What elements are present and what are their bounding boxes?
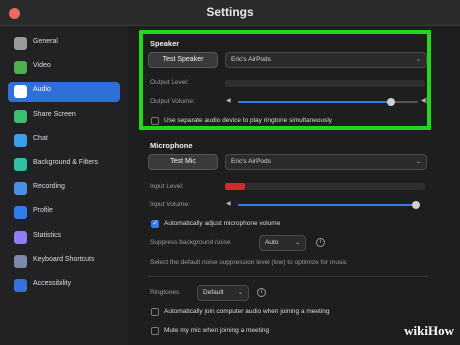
mute-mic-label: Mute my mic when joining a meeting <box>164 327 270 334</box>
input-level-meter <box>225 183 425 190</box>
microphone-device-select[interactable]: Eric's AirPods ⌄ <box>225 154 427 170</box>
sidebar-item-background-filters[interactable]: Background & Filters <box>8 155 120 175</box>
headphones-icon <box>14 85 27 99</box>
sidebar-item-label: Audio <box>33 86 51 94</box>
sidebar-item-label: Statistics <box>33 231 62 239</box>
sidebar-item-recording[interactable]: Recording <box>8 179 120 199</box>
sidebar-item-label: Recording <box>33 183 65 191</box>
chevron-down-icon: ⌄ <box>237 290 243 296</box>
sidebar-item-audio[interactable]: Audio <box>8 82 120 103</box>
gear-icon <box>14 37 27 50</box>
noise-hint: Select the default noise suppression lev… <box>150 259 347 266</box>
settings-sidebar: General Video Audio Share Screen Chat Backgro… <box>0 26 128 345</box>
sidebar-item-label: General <box>33 38 58 45</box>
mute-mic-checkbox[interactable] <box>151 327 159 335</box>
microphone-device-value: Eric's AirPods <box>231 158 271 165</box>
microphone-section-title: Microphone <box>150 141 193 150</box>
window-title: Settings <box>206 5 254 19</box>
sidebar-item-label: Chat <box>33 134 48 142</box>
suppress-noise-label: Suppress background noise <box>150 239 231 246</box>
sidebar-item-profile[interactable]: Profile <box>8 203 120 223</box>
divider <box>148 276 428 277</box>
suppress-noise-select[interactable]: Auto ⌄ <box>259 235 306 251</box>
auto-join-audio-checkbox[interactable] <box>151 308 159 316</box>
ringtones-info-icon[interactable]: i <box>257 288 266 297</box>
input-volume-slider[interactable] <box>238 201 421 209</box>
sidebar-item-video[interactable]: Video <box>8 58 120 78</box>
input-level-label: Input Level: <box>150 183 184 190</box>
auto-adjust-mic-checkbox[interactable] <box>151 219 159 228</box>
auto-adjust-mic-label: Automatically adjust microphone volume <box>164 220 281 227</box>
sidebar-item-statistics[interactable]: Statistics <box>8 228 120 248</box>
ringtones-select[interactable]: Default ⌄ <box>197 285 249 301</box>
sidebar-item-share-screen[interactable]: Share Screen <box>8 107 120 127</box>
input-level-fill <box>225 183 245 190</box>
sidebar-item-keyboard-shortcuts[interactable]: Keyboard Shortcuts <box>8 252 120 272</box>
input-volume-label: Input Volume: <box>150 201 190 208</box>
sidebar-item-chat[interactable]: Chat <box>8 131 120 151</box>
statistics-icon <box>14 230 27 244</box>
sidebar-item-label: Keyboard Shortcuts <box>33 255 95 263</box>
sidebar-item-accessibility[interactable]: Accessibility <box>8 276 120 296</box>
sidebar-item-label: Accessibility <box>33 280 72 287</box>
wikihow-watermark: wikiHow <box>404 323 454 339</box>
chat-icon <box>14 133 27 147</box>
share-screen-icon <box>14 109 27 123</box>
title-bar: Settings <box>0 0 460 26</box>
chevron-down-icon: ⌄ <box>294 240 300 246</box>
sidebar-item-label: Video <box>33 62 51 70</box>
keyboard-icon <box>14 254 27 268</box>
background-icon <box>14 158 27 171</box>
video-icon <box>14 61 27 75</box>
auto-join-audio-label: Automatically join computer audio when j… <box>164 308 330 315</box>
sidebar-item-label: Profile <box>33 207 53 215</box>
noise-info-icon[interactable]: i <box>316 238 325 247</box>
ringtones-label: Ringtones <box>150 289 180 296</box>
sidebar-item-label: Background & Filters <box>33 159 98 166</box>
watermark-prefix: wiki <box>404 323 428 338</box>
watermark-suffix: How <box>428 323 454 338</box>
mic-volume-low-icon: ◀ <box>226 201 231 207</box>
input-volume-fill <box>238 204 417 206</box>
sidebar-item-general[interactable]: General <box>8 34 120 54</box>
speaker-highlight-box <box>139 30 431 130</box>
input-volume-thumb[interactable] <box>412 201 421 209</box>
sidebar-item-label: Share Screen <box>33 110 76 118</box>
test-mic-button[interactable]: Test Mic <box>148 154 218 170</box>
profile-icon <box>14 206 27 220</box>
recording-icon <box>14 182 27 196</box>
ringtones-value: Default <box>203 289 224 296</box>
accessibility-icon <box>14 279 27 292</box>
chevron-down-icon: ⌄ <box>415 159 421 165</box>
suppress-noise-value: Auto <box>265 239 279 246</box>
